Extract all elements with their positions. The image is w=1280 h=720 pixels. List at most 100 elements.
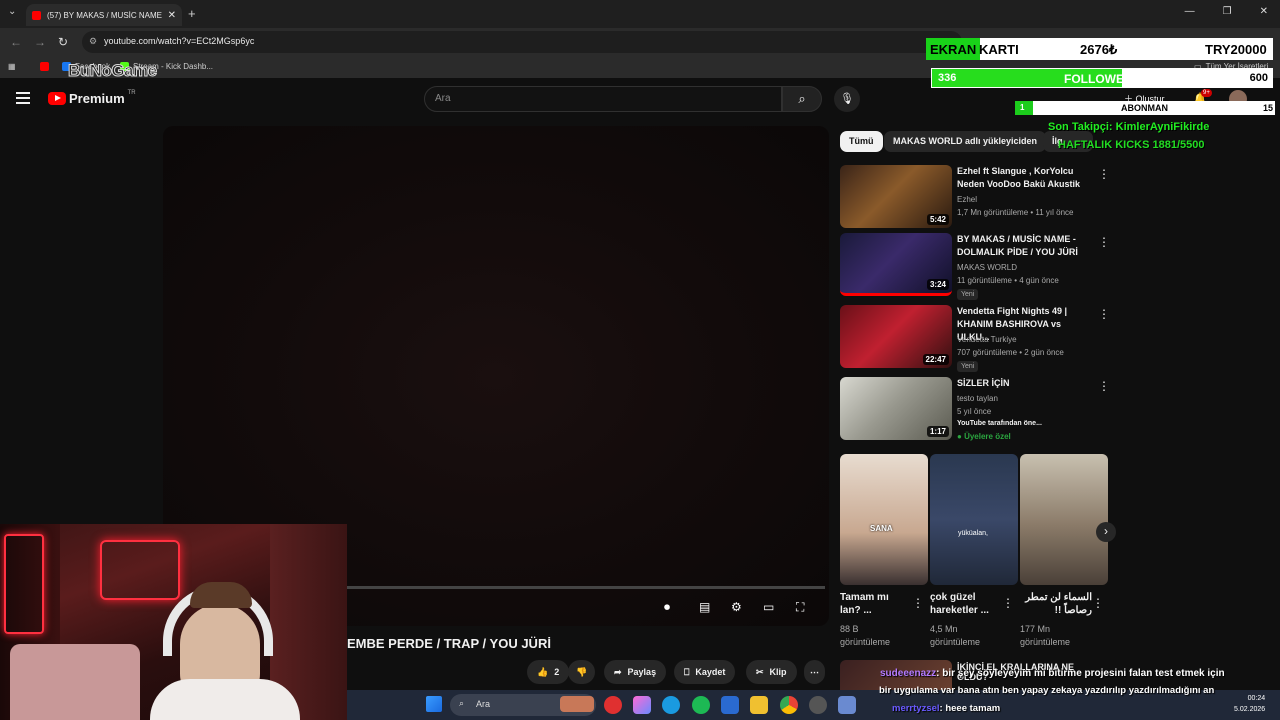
- more-vert-icon[interactable]: ⋮: [912, 596, 924, 610]
- browser-tab-bar: ⌄ (57) BY MAKAS / MUSİC NAME ✕ + — ❐ ✕: [0, 0, 1280, 28]
- more-vert-icon[interactable]: ⋮: [1098, 235, 1110, 249]
- media-player-icon[interactable]: [604, 696, 622, 714]
- like-button[interactable]: 👍 2: [527, 660, 570, 684]
- video-thumbnail[interactable]: 5:42: [840, 165, 952, 228]
- new-badge: Yeni: [957, 361, 979, 372]
- more-vert-icon[interactable]: ⋮: [1098, 167, 1110, 181]
- chip-from-uploader[interactable]: MAKAS WORLD adlı yükleyiciden: [884, 131, 1047, 152]
- maximize-icon[interactable]: ❐: [1223, 6, 1232, 17]
- logo-text: Premium: [69, 91, 125, 106]
- app-icon[interactable]: [809, 696, 827, 714]
- microphone-icon: 🎙: [840, 93, 854, 105]
- site-info-icon[interactable]: ⚙: [89, 36, 97, 47]
- save-button[interactable]: ⎕ Kaydet: [674, 660, 736, 684]
- dislike-button[interactable]: 👎: [568, 660, 596, 684]
- url-text: youtube.com/watch?v=ECt2MGsp6yc: [104, 36, 255, 46]
- menu-icon[interactable]: [16, 92, 30, 107]
- chip-all[interactable]: Tümü: [840, 131, 883, 152]
- more-vert-icon[interactable]: ⋮: [1098, 379, 1110, 393]
- channel-name[interactable]: Vendetta Turkiye: [957, 335, 1017, 344]
- recommended-video[interactable]: 5:42 Ezhel ft Slangue , KorYolcu Neden V…: [840, 165, 1110, 231]
- tab-title: (57) BY MAKAS / MUSİC NAME: [47, 10, 162, 20]
- video-title[interactable]: SİZLER İÇİN: [957, 377, 1087, 390]
- video-thumbnail[interactable]: 3:24: [840, 233, 952, 296]
- recommended-video[interactable]: 22:47 Vendetta Fight Nights 49 | KHANIM …: [840, 305, 1110, 372]
- neon-light: [100, 540, 180, 600]
- windows-start-icon[interactable]: [426, 696, 442, 712]
- fullscreen-icon[interactable]: ⛶: [796, 600, 804, 615]
- new-tab-icon[interactable]: +: [188, 6, 196, 21]
- video-thumbnail[interactable]: 1:17: [840, 377, 952, 440]
- short-title[interactable]: çok güzel hareketler ...: [930, 591, 1002, 617]
- chat-text: : heee tamam: [939, 703, 1001, 714]
- channel-name[interactable]: Ezhel: [957, 195, 977, 204]
- address-bar[interactable]: ⚙ youtube.com/watch?v=ECt2MGsp6yc: [82, 31, 962, 53]
- video-thumbnail[interactable]: 22:47: [840, 305, 952, 368]
- video-meta: 707 görüntüleme • 2 gün önce: [957, 348, 1064, 357]
- logo-region: TR: [127, 89, 136, 96]
- search-input[interactable]: Ara: [424, 86, 782, 112]
- recommended-video[interactable]: 3:24 BY MAKAS / MUSİC NAME - DOLMALIK Pİ…: [840, 233, 1110, 300]
- channel-name[interactable]: MAKAS WORLD: [957, 263, 1017, 272]
- taskbar-clock[interactable]: 00:24 5.02.2026: [1234, 693, 1265, 715]
- subtitles-icon[interactable]: ▤: [699, 600, 710, 614]
- ekran-karti-goal: EKRAN KARTI 2676₺ TRY20000: [926, 38, 1273, 60]
- short-title[interactable]: السماء لن تمطر رصاصاً !!: [1020, 591, 1092, 617]
- notification-badge: 9+: [1201, 89, 1212, 97]
- share-icon: ➦: [614, 666, 622, 677]
- more-icon: ⋯: [810, 666, 819, 677]
- minimize-icon[interactable]: —: [1185, 6, 1195, 17]
- chat-username: sudeeenazz: [880, 668, 937, 679]
- video-meta: 5 yıl önce: [957, 407, 992, 416]
- video-title[interactable]: Ezhel ft Slangue , KorYolcu Neden VooDoo…: [957, 165, 1087, 191]
- spotify-icon[interactable]: [692, 696, 710, 714]
- last-follower: Son Takipçi: KimlerAyniFikirde: [1048, 121, 1210, 133]
- video-title[interactable]: BY MAKAS / MUSİC NAME - DOLMALIK PİDE / …: [957, 233, 1087, 259]
- clip-button[interactable]: ✂ Klip: [746, 660, 797, 684]
- more-actions-button[interactable]: ⋯: [804, 660, 825, 684]
- ekran-value: 2676₺: [1080, 42, 1118, 57]
- short-title[interactable]: Tamam mı lan? ...: [840, 591, 912, 617]
- clip-label: Klip: [769, 667, 787, 677]
- shorts-next-chevron-icon[interactable]: ›: [1096, 522, 1116, 542]
- share-button[interactable]: ➦ Paylaş: [604, 660, 667, 684]
- voice-search-button[interactable]: 🎙: [834, 86, 860, 112]
- search-button[interactable]: ⌕: [782, 86, 822, 112]
- ekran-label: EKRAN: [926, 38, 981, 60]
- apps-grid-icon[interactable]: ▦: [8, 62, 16, 71]
- short-thumbnail[interactable]: SANA: [840, 454, 928, 585]
- video-progress-bar[interactable]: [347, 586, 825, 589]
- channel-name[interactable]: testo taylan: [957, 394, 998, 403]
- autoplay-toggle-icon[interactable]: ⏺: [664, 600, 670, 615]
- more-vert-icon[interactable]: ⋮: [1002, 596, 1014, 610]
- chat-text: bir uygulama var bana atın ben yapay zek…: [879, 685, 1215, 696]
- back-icon[interactable]: ←: [10, 35, 22, 49]
- more-vert-icon[interactable]: ⋮: [1092, 596, 1104, 610]
- duration-badge: 3:24: [926, 279, 949, 290]
- browser-tab[interactable]: (57) BY MAKAS / MUSİC NAME ✕: [26, 4, 182, 26]
- app-icon[interactable]: [838, 696, 856, 714]
- reload-icon[interactable]: ↻: [58, 35, 68, 49]
- youtube-logo[interactable]: Premium TR: [48, 89, 136, 106]
- video-title: EMBE PERDE / TRAP / YOU JÜRİ: [347, 636, 551, 651]
- store-icon[interactable]: [721, 696, 739, 714]
- bookmark-youtube[interactable]: [40, 62, 49, 71]
- search-highlight-icon: [560, 696, 594, 712]
- file-explorer-icon[interactable]: [750, 696, 768, 714]
- short-thumbnail[interactable]: yüküalan,: [930, 454, 1018, 585]
- more-vert-icon[interactable]: ⋮: [1098, 307, 1110, 321]
- short-thumbnail[interactable]: [1020, 454, 1108, 585]
- chrome-icon[interactable]: [780, 696, 798, 714]
- bed: [10, 644, 140, 720]
- youtube-favicon-icon: [32, 10, 41, 20]
- forward-icon[interactable]: →: [34, 35, 46, 49]
- video-meta: 11 görüntüleme • 4 gün önce: [957, 276, 1059, 285]
- tab-search-chevron-icon[interactable]: ⌄: [8, 6, 16, 17]
- edge-icon[interactable]: [662, 696, 680, 714]
- close-window-icon[interactable]: ✕: [1260, 6, 1268, 17]
- miniplayer-icon[interactable]: ▭: [763, 600, 774, 614]
- copilot-icon[interactable]: [633, 696, 651, 714]
- close-tab-icon[interactable]: ✕: [168, 10, 176, 21]
- recommended-video[interactable]: 1:17 SİZLER İÇİN testo taylan 5 yıl önce…: [840, 377, 1110, 443]
- settings-gear-icon[interactable]: ⚙: [731, 600, 742, 614]
